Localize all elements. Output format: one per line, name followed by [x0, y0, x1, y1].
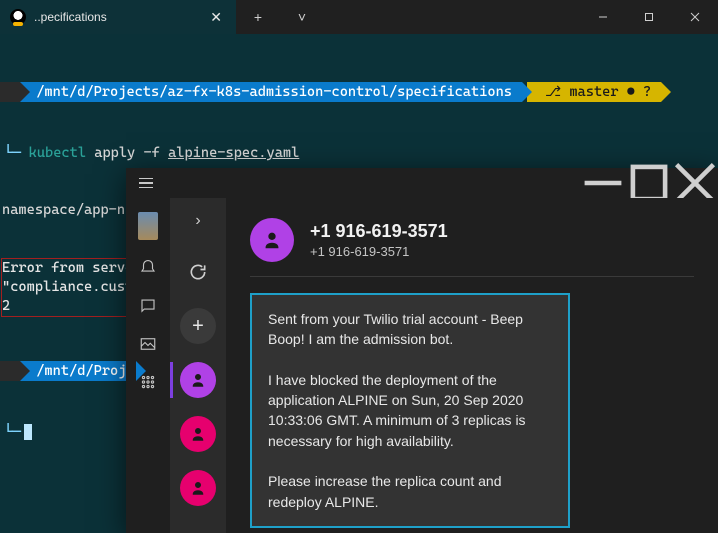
tab-dropdown-button[interactable]: ˅ [280, 0, 324, 34]
cwd-segment: /mnt/d/Projects/az-fx-k8s-admission-cont… [20, 82, 522, 102]
contact-column: › + [170, 198, 226, 533]
window-close-button[interactable] [672, 0, 718, 34]
window-maximize-button[interactable] [626, 0, 672, 34]
message-bubble[interactable]: Sent from your Twilio trial account - Be… [250, 293, 570, 528]
chat-window: › + +1 916-619-3571 +1 916-619-3571 Sent… [126, 168, 718, 533]
expand-contacts-button[interactable]: › [189, 206, 206, 236]
contact-name: +1 916-619-3571 [310, 221, 448, 242]
terminal-titlebar: ..pecifications ✕ + ˅ [0, 0, 718, 34]
nav-rail [126, 198, 170, 533]
contact-number: +1 916-619-3571 [310, 244, 448, 259]
contact-avatar-large[interactable] [250, 218, 294, 262]
linux-icon [10, 9, 26, 25]
rail-thumbnail[interactable] [138, 212, 158, 240]
terminal-tab[interactable]: ..pecifications ✕ [0, 0, 236, 34]
chat-close-button[interactable] [672, 168, 718, 198]
menu-button[interactable] [134, 171, 158, 195]
window-minimize-button[interactable] [580, 0, 626, 34]
powerline-prompt: /mnt/d/Projects/az-fx-k8s-admission-cont… [0, 82, 718, 102]
new-tab-button[interactable]: + [236, 0, 280, 34]
tab-close-button[interactable]: ✕ [206, 9, 226, 26]
contact-header: +1 916-619-3571 +1 916-619-3571 [250, 202, 694, 277]
cwd-segment-2: /mnt/d/Proj [20, 361, 136, 381]
contact-avatar-2[interactable] [180, 416, 216, 452]
refresh-button[interactable] [180, 254, 216, 290]
gallery-icon[interactable] [138, 334, 158, 354]
selection-indicator [170, 362, 173, 398]
chat-minimize-button[interactable] [580, 168, 626, 198]
chat-icon[interactable] [138, 296, 158, 316]
message-list: Sent from your Twilio trial account - Be… [250, 277, 694, 528]
notifications-icon[interactable] [138, 258, 158, 278]
git-branch-segment: ⎇ master ● ? [527, 82, 661, 102]
contact-avatar-3[interactable] [180, 470, 216, 506]
add-contact-button[interactable]: + [180, 308, 216, 344]
chat-maximize-button[interactable] [626, 168, 672, 198]
chat-pane: +1 916-619-3571 +1 916-619-3571 Sent fro… [226, 198, 718, 533]
contact-avatar-1[interactable] [180, 362, 216, 398]
cursor [24, 424, 32, 440]
tab-title: ..pecifications [34, 10, 198, 24]
chat-titlebar [126, 168, 718, 198]
